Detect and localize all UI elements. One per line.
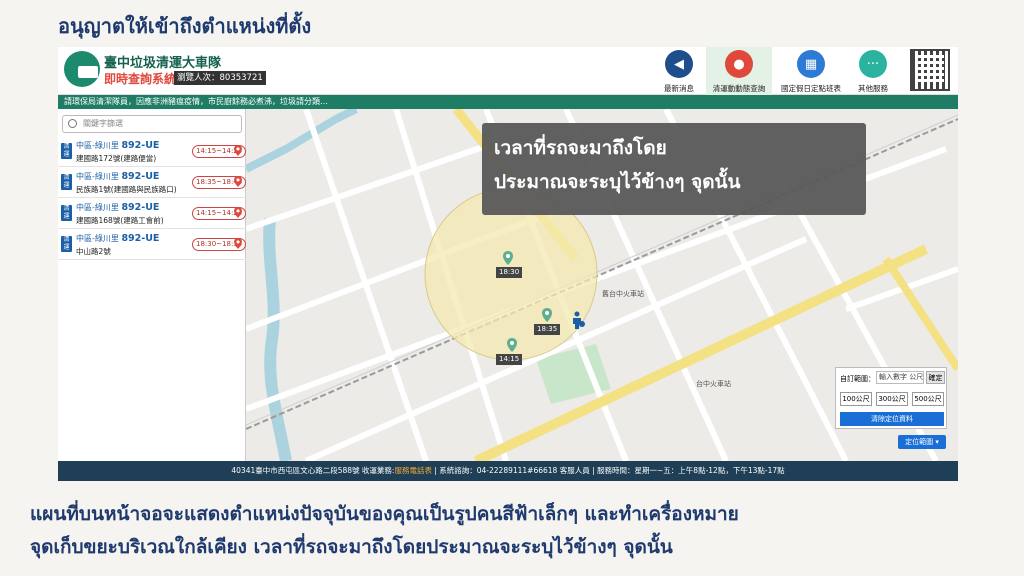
marker-time-label: 18:30 bbox=[496, 267, 523, 278]
truck-icon bbox=[78, 66, 98, 78]
marker-time-label: 14:15 bbox=[496, 354, 523, 365]
collection-point-marker[interactable] bbox=[507, 337, 517, 353]
app-screenshot: 臺中垃圾清運大車隊 即時查詢系統 瀏覽人次：80353721 ◀ 最新消息 ● … bbox=[58, 47, 958, 481]
list-item[interactable]: 清運 中區-綠川里 892-UE 中山路2號 18:30~18:35 bbox=[58, 230, 247, 260]
nav-holiday-label: 國定假日定點班表 bbox=[781, 84, 841, 93]
route-number: 892-UE bbox=[121, 202, 160, 213]
route-number: 892-UE bbox=[121, 233, 160, 244]
calendar-icon: ▦ bbox=[797, 50, 825, 78]
list-item[interactable]: 清運 中區-綠川里 892-UE 建國路168號(建路工會前) 14:15~14… bbox=[58, 199, 247, 229]
range-label: 自訂範圍： bbox=[840, 375, 875, 383]
route-sidebar: 關鍵字篩選 清運 中區-綠川里 892-UE 建國路172號(建路便當) 14:… bbox=[58, 109, 247, 461]
tooltip-line-1: เวลาที่รถจะมาถึงโดย bbox=[494, 137, 667, 159]
map-pin-icon bbox=[234, 207, 242, 218]
more-icon: ··· bbox=[859, 50, 887, 78]
distance-300-button[interactable]: 300公尺 bbox=[876, 392, 908, 406]
map-pin-icon bbox=[542, 308, 552, 322]
visitor-counter: 瀏覽人次：80353721 bbox=[174, 71, 266, 85]
confirm-button[interactable]: 確定 bbox=[926, 371, 945, 384]
range-input[interactable]: 輸入數字 公尺 bbox=[876, 371, 924, 384]
route-address: 建國路168號(建路工會前) bbox=[76, 216, 164, 225]
map-pin-icon bbox=[234, 145, 242, 156]
caption-line-1: แผนที่บนหน้าจอจะแสดงตำแหน่งปัจจุบันของคุ… bbox=[30, 503, 739, 525]
slide-caption: แผนที่บนหน้าจอจะแสดงตำแหน่งปัจจุบันของคุ… bbox=[30, 498, 1010, 564]
announcement-marquee: 請環保局清潔隊員，因應非洲豬瘟疫情，市民廚餘務必煮沸，垃圾請分類… bbox=[58, 95, 958, 109]
route-badge: 清運 bbox=[61, 143, 72, 159]
list-item[interactable]: 清運 中區-綠川里 892-UE 建國路172號(建路便當) 14:15~14:… bbox=[58, 137, 247, 167]
station-label: 台中火車站 bbox=[696, 380, 731, 388]
app-logo[interactable] bbox=[64, 51, 100, 87]
caption-line-2: จุดเก็บขยะบริเวณใกล้เคียง เวลาที่รถจะมาถ… bbox=[30, 536, 673, 558]
locate-range-button[interactable]: 定位範圍 ▾ bbox=[898, 435, 946, 449]
nav-news-label: 最新消息 bbox=[664, 84, 694, 93]
clear-location-button[interactable]: 清除定位資料 bbox=[840, 412, 944, 426]
map-pin-icon bbox=[234, 176, 242, 187]
app-subtitle: 即時查詢系統 bbox=[104, 72, 177, 86]
distance-500-button[interactable]: 500公尺 bbox=[912, 392, 944, 406]
footer-service-link[interactable]: 服務電話表 bbox=[394, 466, 432, 475]
route-address: 民族路1號(建國路與民族路口) bbox=[76, 185, 177, 194]
list-item[interactable]: 清運 中區-綠川里 892-UE 民族路1號(建國路與民族路口) 18:35~1… bbox=[58, 168, 247, 198]
route-badge: 清運 bbox=[61, 205, 72, 221]
nav-other-services[interactable]: ··· 其他服務 bbox=[840, 47, 906, 95]
nav-holiday-schedule[interactable]: ▦ 國定假日定點班表 bbox=[778, 47, 844, 95]
nav-other-label: 其他服務 bbox=[858, 84, 888, 93]
slide: อนุญาตให้เข้าถึงตำแหน่งที่ตั้ง 臺中垃圾清運大車隊… bbox=[0, 0, 1024, 576]
route-district: 中區-綠川里 bbox=[76, 234, 119, 243]
route-address: 中山路2號 bbox=[76, 247, 111, 256]
route-district: 中區-綠川里 bbox=[76, 203, 119, 212]
route-number: 892-UE bbox=[121, 171, 160, 182]
search-icon bbox=[68, 119, 77, 128]
station-label: 舊台中火車站 bbox=[602, 290, 644, 298]
distance-100-button[interactable]: 100公尺 bbox=[840, 392, 872, 406]
callout-tooltip: เวลาที่รถจะมาถึงโดย ประมาณจะระบุไว้ข้างๆ… bbox=[482, 123, 866, 215]
user-location-icon bbox=[571, 311, 585, 329]
app-title: 臺中垃圾清運大車隊 bbox=[104, 56, 222, 71]
map-pin-icon bbox=[234, 238, 242, 249]
map-pin-icon: ● bbox=[725, 50, 753, 78]
tooltip-line-2: ประมาณจะระบุไว้ข้างๆ จุดนั้น bbox=[494, 171, 741, 193]
route-district: 中區-綠川里 bbox=[76, 172, 119, 181]
megaphone-icon: ◀ bbox=[665, 50, 693, 78]
nav-tracking-label: 清運動動態查詢 bbox=[712, 84, 766, 93]
app-footer: 40341臺中市西屯區文心路二段588號 收運業務:服務電話表 | 系統諮詢：0… bbox=[58, 461, 958, 481]
footer-address: 40341臺中市西屯區文心路二段588號 收運業務: bbox=[231, 466, 395, 475]
slide-title: อนุญาตให้เข้าถึงตำแหน่งที่ตั้ง bbox=[58, 14, 312, 38]
qr-code bbox=[910, 49, 950, 91]
route-badge: 清運 bbox=[61, 174, 72, 190]
range-panel: 自訂範圍： 輸入數字 公尺 確定 100公尺 300公尺 500公尺 清除定位資… bbox=[835, 367, 947, 429]
route-badge: 清運 bbox=[61, 236, 72, 252]
route-line: 中區-綠川里 892-UE bbox=[76, 171, 159, 182]
footer-info: | 系統諮詢：04-22289111#66618 客服人員 | 服務時間：星期一… bbox=[431, 466, 785, 475]
app-header: 臺中垃圾清運大車隊 即時查詢系統 瀏覽人次：80353721 ◀ 最新消息 ● … bbox=[58, 47, 958, 95]
route-line: 中區-綠川里 892-UE bbox=[76, 140, 159, 151]
collection-point-marker[interactable] bbox=[542, 307, 552, 323]
map-pin-icon bbox=[503, 251, 513, 265]
map-pin-icon bbox=[507, 338, 517, 352]
route-address: 建國路172號(建路便當) bbox=[76, 154, 157, 163]
nav-news[interactable]: ◀ 最新消息 bbox=[646, 47, 712, 95]
route-district: 中區-綠川里 bbox=[76, 141, 119, 150]
route-line: 中區-綠川里 892-UE bbox=[76, 202, 159, 213]
marker-time-label: 18:35 bbox=[534, 324, 561, 335]
search-input[interactable]: 關鍵字篩選 bbox=[62, 115, 242, 133]
route-line: 中區-綠川里 892-UE bbox=[76, 233, 159, 244]
route-number: 892-UE bbox=[121, 140, 160, 151]
collection-point-marker[interactable] bbox=[503, 250, 513, 266]
nav-tracking[interactable]: ● 清運動動態查詢 bbox=[706, 47, 772, 95]
